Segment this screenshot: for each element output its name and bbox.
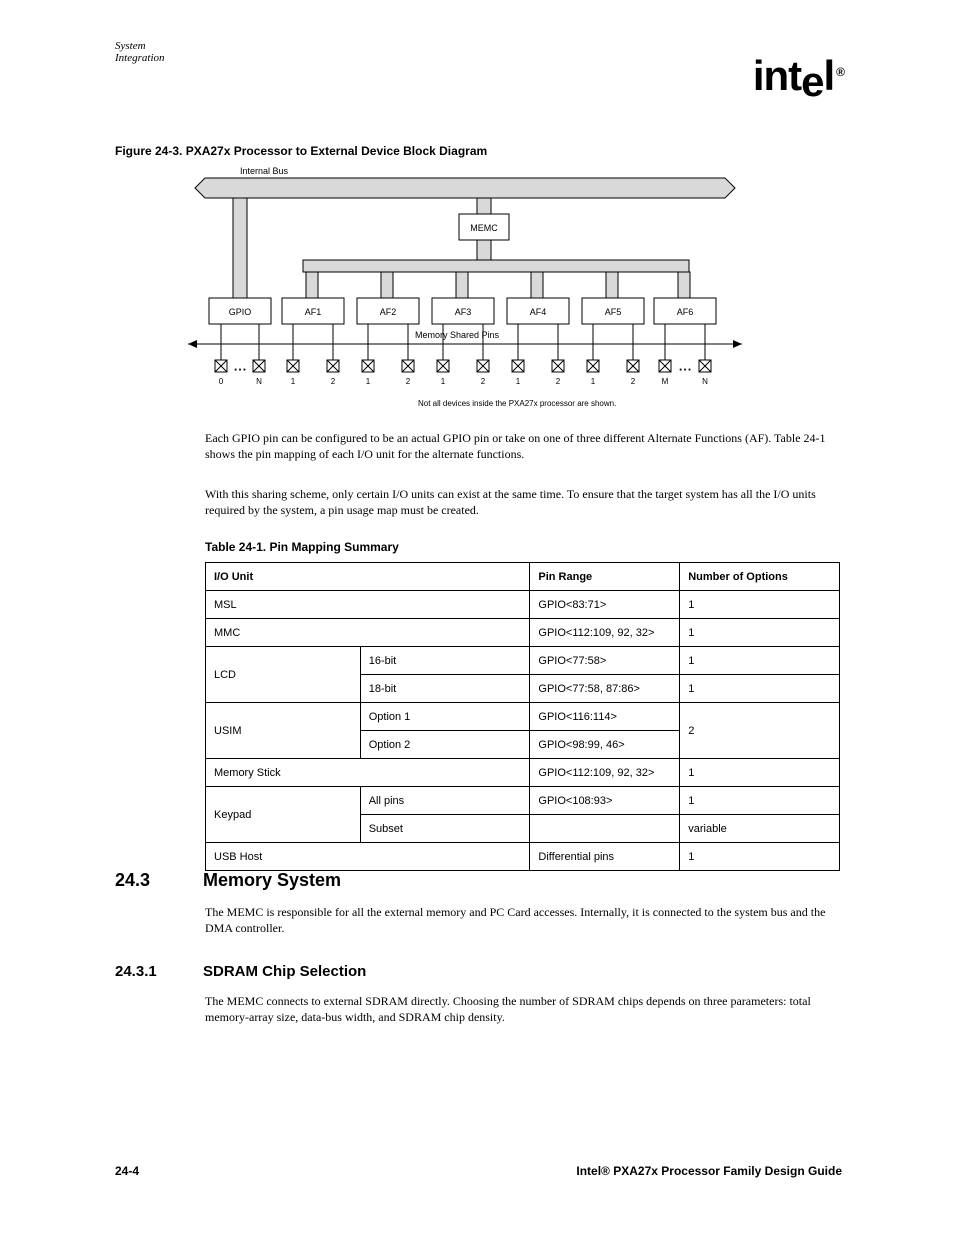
svg-text:2: 2: [331, 377, 336, 386]
page-number: 24-4: [115, 1164, 139, 1178]
table-header: Number of Options: [680, 563, 840, 591]
table-row: MSLGPIO<83:71>1: [206, 591, 840, 619]
svg-text:1: 1: [291, 377, 296, 386]
figure-title: Figure 24-3. PXA27x Processor to Externa…: [115, 144, 487, 158]
svg-text:2: 2: [556, 377, 561, 386]
svg-text:AF5: AF5: [605, 307, 622, 317]
table-header: Pin Range: [530, 563, 680, 591]
figure-note: Not all devices inside the PXA27x proces…: [418, 399, 616, 408]
block-diagram: Internal Bus MEMC GPIO AF1: [185, 164, 745, 404]
svg-text:AF2: AF2: [380, 307, 397, 317]
bus-label: Internal Bus: [240, 166, 289, 176]
pin-icon: [215, 360, 227, 372]
table-row: MMCGPIO<112:109, 92, 32>1: [206, 619, 840, 647]
heading-number: 24.3: [115, 870, 203, 891]
heading-text: SDRAM Chip Selection: [203, 963, 366, 980]
svg-text:GPIO: GPIO: [229, 307, 252, 317]
svg-text:1: 1: [366, 377, 371, 386]
registered-icon: ®: [836, 65, 844, 79]
svg-text:2: 2: [481, 377, 486, 386]
table-row: KeypadAll pinsGPIO<108:93>1: [206, 787, 840, 815]
body-paragraph: Each GPIO pin can be configured to be an…: [205, 430, 840, 462]
svg-text:2: 2: [631, 377, 636, 386]
subsection-heading: 24.3.1SDRAM Chip Selection: [115, 963, 366, 980]
table-header: I/O Unit: [206, 563, 530, 591]
logo-part: int: [753, 52, 801, 99]
svg-text:. . .: . . .: [679, 363, 690, 372]
memc-block-label: MEMC: [470, 223, 498, 233]
table-row: USIMOption 1GPIO<116:114>2: [206, 703, 840, 731]
pin-mapping-table: I/O Unit Pin Range Number of Options MSL…: [205, 562, 840, 871]
table-row: Memory StickGPIO<112:109, 92, 32>1: [206, 759, 840, 787]
svg-text:1: 1: [591, 377, 596, 386]
body-paragraph: The MEMC is responsible for all the exte…: [205, 904, 840, 936]
svg-text:M: M: [662, 377, 669, 386]
svg-text:2: 2: [406, 377, 411, 386]
footer-book-title: Intel® PXA27x Processor Family Design Gu…: [576, 1164, 842, 1178]
brand-logo: intel®: [753, 52, 842, 100]
svg-text:N: N: [256, 377, 262, 386]
heading-text: Memory System: [203, 870, 341, 890]
svg-text:. . .: . . .: [234, 363, 245, 372]
table-row: USB HostDifferential pins1: [206, 843, 840, 871]
header-section-label: System Integration: [115, 40, 193, 64]
svg-text:1: 1: [516, 377, 521, 386]
section-heading: 24.3Memory System: [115, 870, 341, 891]
svg-text:AF3: AF3: [455, 307, 472, 317]
logo-part: e: [801, 58, 823, 105]
svg-text:AF6: AF6: [677, 307, 694, 317]
body-paragraph: With this sharing scheme, only certain I…: [205, 486, 840, 518]
logo-part: l: [823, 52, 834, 99]
table-row: LCD16-bitGPIO<77:58>1: [206, 647, 840, 675]
heading-number: 24.3.1: [115, 963, 203, 980]
svg-text:AF4: AF4: [530, 307, 547, 317]
svg-text:1: 1: [441, 377, 446, 386]
table-title: Table 24-1. Pin Mapping Summary: [205, 540, 399, 554]
svg-text:0: 0: [219, 377, 224, 386]
block-row: GPIO AF1 AF2 AF3 AF4 AF5 AF6: [209, 298, 716, 324]
svg-text:N: N: [702, 377, 708, 386]
svg-text:AF1: AF1: [305, 307, 322, 317]
body-paragraph: The MEMC connects to external SDRAM dire…: [205, 993, 840, 1025]
pins-bus-label: Memory Shared Pins: [415, 330, 500, 340]
